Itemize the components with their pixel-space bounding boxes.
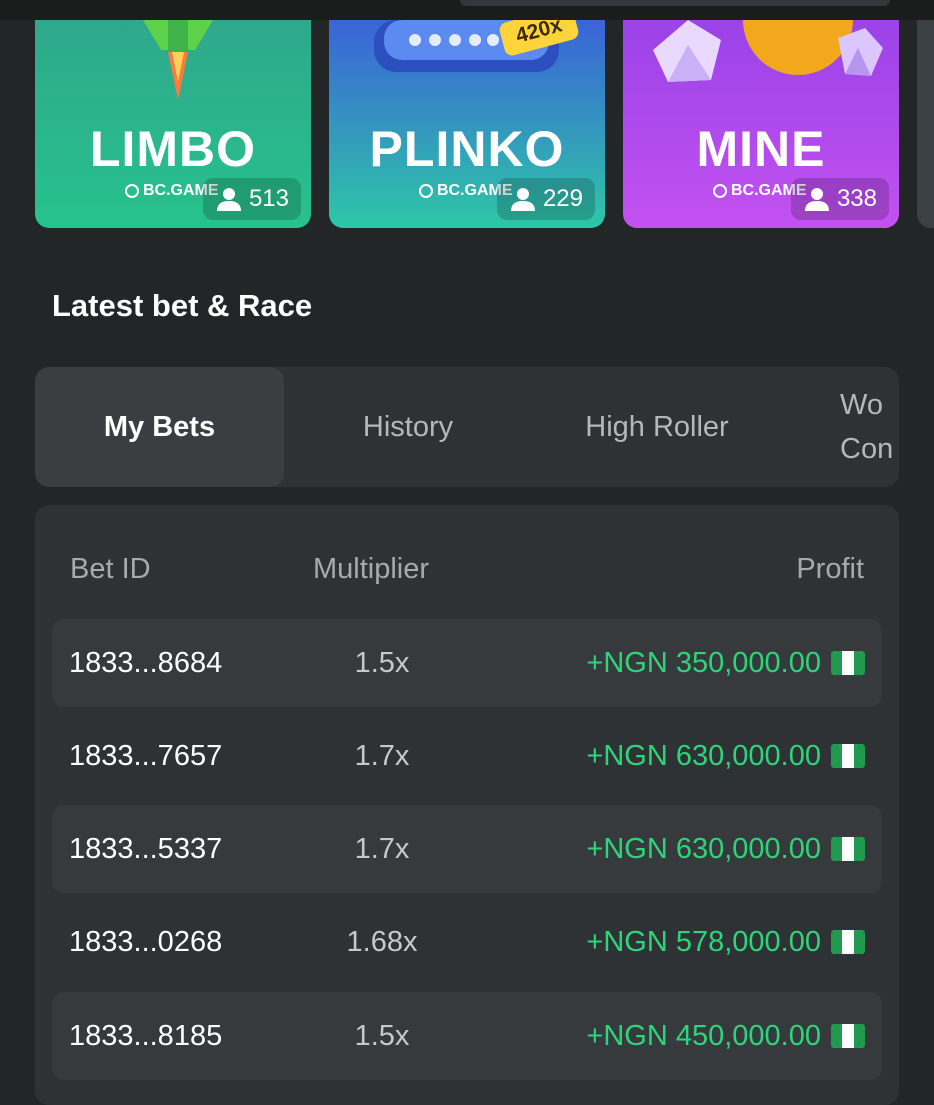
bet-id[interactable]: 1833...8185 — [69, 992, 222, 1080]
bet-id[interactable]: 1833...5337 — [69, 805, 222, 893]
nigeria-flag-icon — [831, 837, 865, 861]
tab-history[interactable]: History — [284, 367, 532, 487]
multiplier: 1.5x — [354, 1019, 410, 1052]
profit: +NGN 630,000.00 — [586, 712, 865, 800]
bc-game-logo-icon — [125, 184, 139, 198]
profit: +NGN 578,000.00 — [586, 898, 865, 986]
rocket-icon — [143, 20, 213, 100]
bc-game-logo-icon — [713, 184, 727, 198]
bc-game-logo-icon — [419, 184, 433, 198]
player-count-value: 338 — [836, 185, 877, 212]
bet-id[interactable]: 1833...7657 — [69, 712, 222, 800]
profit-amount: +NGN 578,000.00 — [586, 925, 821, 958]
gem-icon — [653, 20, 883, 82]
top-strip — [0, 0, 934, 20]
game-title: PLINKO — [369, 121, 565, 177]
nigeria-flag-icon — [831, 1024, 865, 1048]
game-card-partial[interactable] — [917, 20, 934, 228]
profit: +NGN 630,000.00 — [586, 805, 865, 893]
bet-id[interactable]: 1833...0268 — [69, 898, 222, 986]
bets-table: Bet ID Multiplier Profit 1833...8684 1.5… — [35, 505, 899, 1105]
game-card-mine[interactable]: MINE BC.GAME 338 — [623, 20, 899, 228]
table-row[interactable]: 1833...5337 1.7x +NGN 630,000.00 — [52, 805, 882, 893]
column-header-profit: Profit — [796, 553, 864, 585]
profit-amount: +NGN 630,000.00 — [586, 739, 821, 772]
multiplier: 1.7x — [354, 739, 410, 772]
column-header-multiplier: Multiplier — [313, 553, 430, 585]
game-title: LIMBO — [89, 121, 257, 177]
game-card-limbo[interactable]: LIMBO BC.GAME 513 — [35, 20, 311, 228]
game-card-plinko[interactable]: 420x PLINKO BC.GAME 229 — [329, 20, 605, 228]
player-count: 338 — [790, 178, 889, 220]
multiplier: 1.68x — [346, 925, 418, 958]
tab-partial[interactable]: Wo Con — [840, 367, 899, 487]
player-count-value: 513 — [248, 185, 289, 212]
section-title: Latest bet & Race — [52, 288, 313, 323]
tab-high-roller[interactable]: High Roller — [532, 367, 782, 487]
column-header-bet-id: Bet ID — [70, 553, 151, 585]
table-row[interactable]: 1833...0268 1.68x +NGN 578,000.00 — [52, 898, 882, 986]
user-icon — [510, 188, 535, 211]
table-row[interactable]: 1833...7657 1.7x +NGN 630,000.00 — [52, 712, 882, 800]
search-bar-edge[interactable] — [460, 0, 890, 6]
nigeria-flag-icon — [831, 930, 865, 954]
profit: +NGN 350,000.00 — [586, 619, 865, 707]
profit-amount: +NGN 450,000.00 — [586, 1019, 821, 1052]
tab-my-bets[interactable]: My Bets — [35, 367, 284, 487]
game-carousel[interactable]: LIMBO BC.GAME 513 420x PLINKO BC.GAME 22… — [0, 20, 934, 228]
multiplier: 1.5x — [354, 646, 410, 679]
nigeria-flag-icon — [831, 651, 865, 675]
game-title: MINE — [696, 121, 826, 177]
profit-amount: +NGN 630,000.00 — [586, 832, 821, 865]
user-icon — [216, 188, 241, 211]
table-row[interactable]: 1833...8684 1.5x +NGN 350,000.00 — [52, 619, 882, 707]
player-count: 513 — [202, 178, 301, 220]
bets-tab-bar: My Bets History High Roller Wo Con — [35, 367, 899, 487]
table-row[interactable]: 1833...8185 1.5x +NGN 450,000.00 — [52, 992, 882, 1080]
user-icon — [804, 188, 829, 211]
profit-amount: +NGN 350,000.00 — [586, 646, 821, 679]
nigeria-flag-icon — [831, 744, 865, 768]
player-count-value: 229 — [542, 185, 583, 212]
bet-id[interactable]: 1833...8684 — [69, 619, 222, 707]
multiplier: 1.7x — [354, 832, 410, 865]
profit: +NGN 450,000.00 — [586, 992, 865, 1080]
player-count: 229 — [496, 178, 595, 220]
